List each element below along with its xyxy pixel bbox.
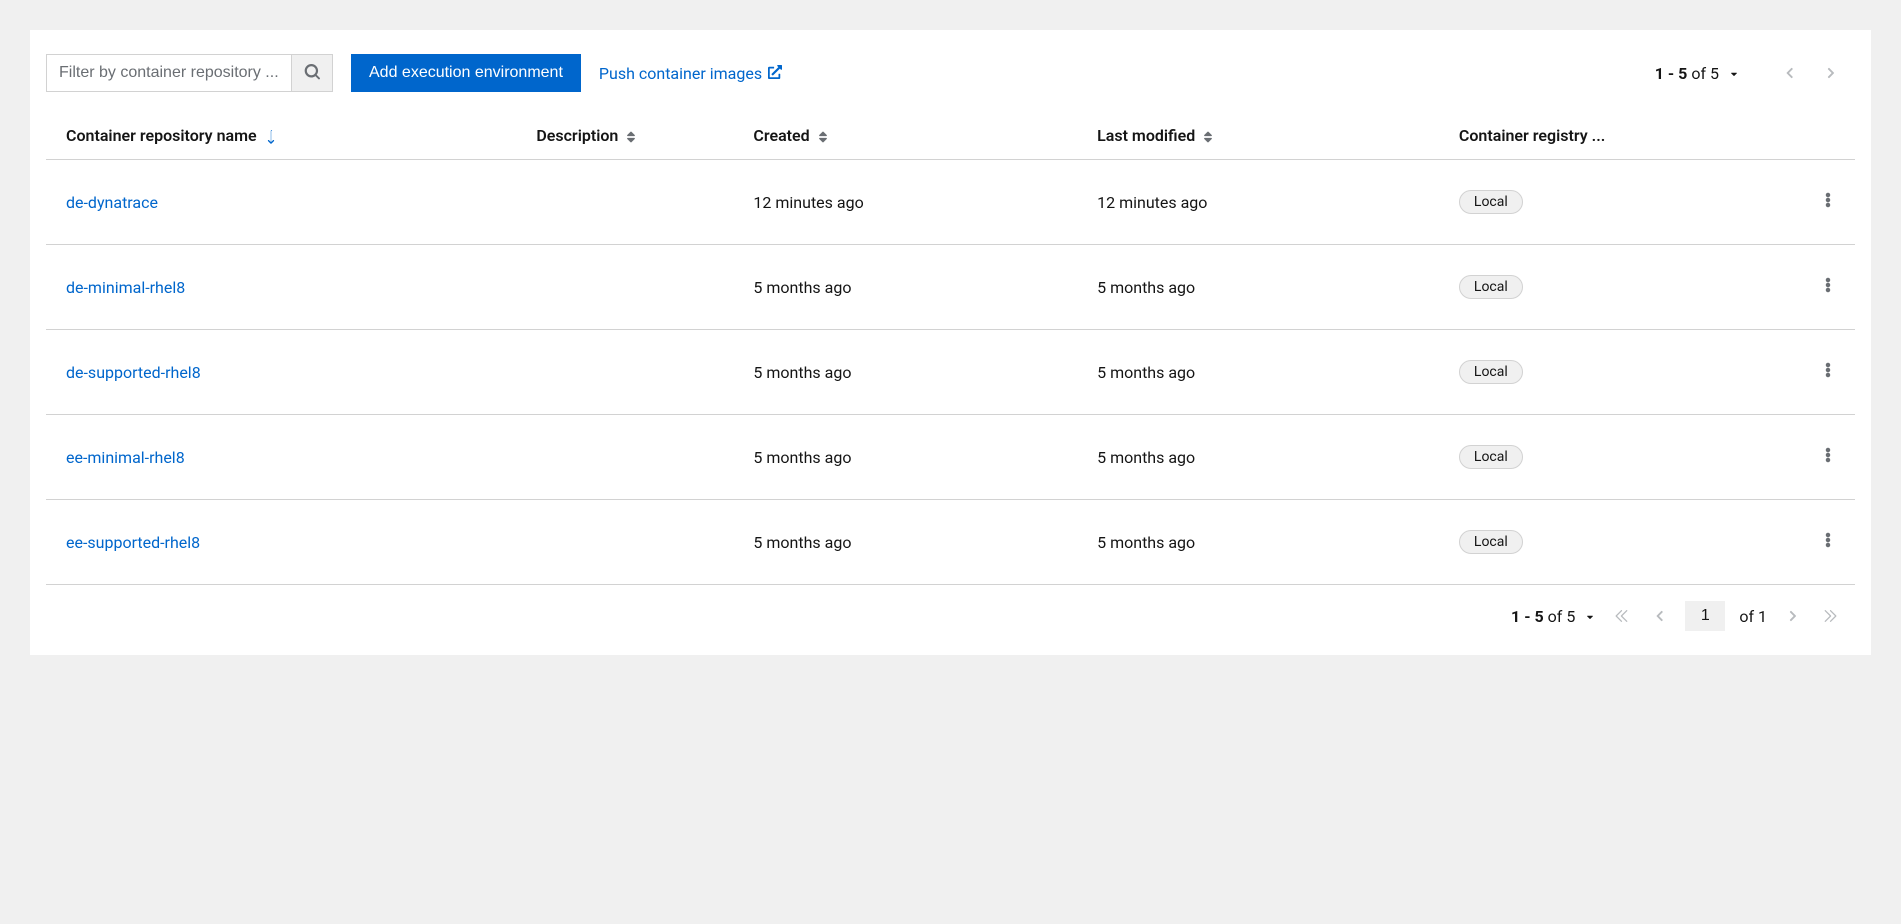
registry-badge: Local [1459,360,1523,384]
push-container-images-label: Push container images [599,64,762,83]
repo-modified: 5 months ago [1077,245,1439,330]
panel: Add execution environment Push container… [30,30,1871,655]
col-header-description[interactable]: Description [516,112,733,160]
container-repo-table: Container repository name Description Cr… [46,112,1855,585]
col-header-modified-label: Last modified [1097,126,1195,145]
repo-name-link[interactable]: de-minimal-rhel8 [66,278,185,297]
repo-created: 12 minutes ago [733,160,1077,245]
repo-modified: 5 months ago [1077,330,1439,415]
current-page-input[interactable] [1685,601,1725,631]
page-total: 1 [1758,607,1767,626]
sort-both-icon [1203,130,1213,144]
repo-description [516,415,733,500]
table-row: ee-supported-rhel8 5 months ago5 months a… [46,500,1855,585]
top-nav-group [1777,67,1843,79]
row-actions-kebab[interactable] [1821,193,1835,212]
add-execution-environment-button[interactable]: Add execution environment [351,54,581,92]
filter-input[interactable] [46,54,291,92]
pagination-summary-top[interactable]: 1 - 5 of 5 [1655,64,1739,83]
col-header-registry[interactable]: Container registry ... [1439,112,1765,160]
pagination-summary-bottom[interactable]: 1 - 5 of 5 [1511,607,1595,626]
page-of-word: of [1739,607,1754,626]
registry-badge: Local [1459,275,1523,299]
search-icon [304,64,320,83]
row-actions-kebab[interactable] [1821,363,1835,382]
table-row: de-minimal-rhel8 5 months ago5 months ago… [46,245,1855,330]
col-header-description-label: Description [536,126,618,145]
next-page-button-top[interactable] [1819,67,1843,79]
search-group [46,54,333,92]
registry-badge: Local [1459,530,1523,554]
repo-modified: 5 months ago [1077,415,1439,500]
table-row: ee-minimal-rhel8 5 months ago5 months ago… [46,415,1855,500]
pagination-footer: 1 - 5 of 5 of 1 [46,585,1855,631]
repo-created: 5 months ago [733,330,1077,415]
repo-description [516,330,733,415]
repo-created: 5 months ago [733,415,1077,500]
pagination-range-bottom: 1 - 5 [1511,607,1544,626]
col-header-actions [1765,112,1855,160]
caret-down-icon [1729,64,1739,83]
last-page-button[interactable] [1819,609,1843,623]
col-header-registry-label: Container registry ... [1459,126,1605,145]
col-header-name-label: Container repository name [66,126,257,145]
col-header-created-label: Created [753,126,809,145]
next-page-button[interactable] [1781,610,1805,622]
prev-page-button[interactable] [1647,610,1671,622]
table-row: de-dynatrace 12 minutes ago12 minutes ago… [46,160,1855,245]
repo-description [516,245,733,330]
sort-asc-icon [265,130,277,144]
row-actions-kebab[interactable] [1821,448,1835,467]
sort-both-icon [818,130,828,144]
pagination-total-bottom: 5 [1566,607,1575,626]
repo-name-link[interactable]: de-supported-rhel8 [66,363,201,382]
col-header-name[interactable]: Container repository name [46,112,516,160]
sort-both-icon [626,130,636,144]
repo-modified: 5 months ago [1077,500,1439,585]
external-link-icon [768,64,782,83]
repo-name-link[interactable]: de-dynatrace [66,193,158,212]
registry-badge: Local [1459,445,1523,469]
pagination-of-bottom: of [1548,607,1563,626]
repo-name-link[interactable]: ee-supported-rhel8 [66,533,200,552]
registry-badge: Local [1459,190,1523,214]
repo-created: 5 months ago [733,500,1077,585]
col-header-modified[interactable]: Last modified [1077,112,1439,160]
col-header-created[interactable]: Created [733,112,1077,160]
repo-description [516,160,733,245]
prev-page-button-top[interactable] [1777,67,1801,79]
caret-down-icon [1585,607,1595,626]
toolbar: Add execution environment Push container… [46,54,1855,96]
repo-created: 5 months ago [733,245,1077,330]
repo-name-link[interactable]: ee-minimal-rhel8 [66,448,185,467]
search-button[interactable] [291,54,333,92]
table-row: de-supported-rhel8 5 months ago5 months a… [46,330,1855,415]
first-page-button[interactable] [1609,609,1633,623]
repo-modified: 12 minutes ago [1077,160,1439,245]
pagination-of: of [1691,64,1706,83]
pagination-total: 5 [1710,64,1719,83]
pagination-range: 1 - 5 [1655,64,1688,83]
push-container-images-link[interactable]: Push container images [599,64,782,83]
page-of-label: of 1 [1739,607,1767,626]
repo-description [516,500,733,585]
row-actions-kebab[interactable] [1821,278,1835,297]
row-actions-kebab[interactable] [1821,533,1835,552]
